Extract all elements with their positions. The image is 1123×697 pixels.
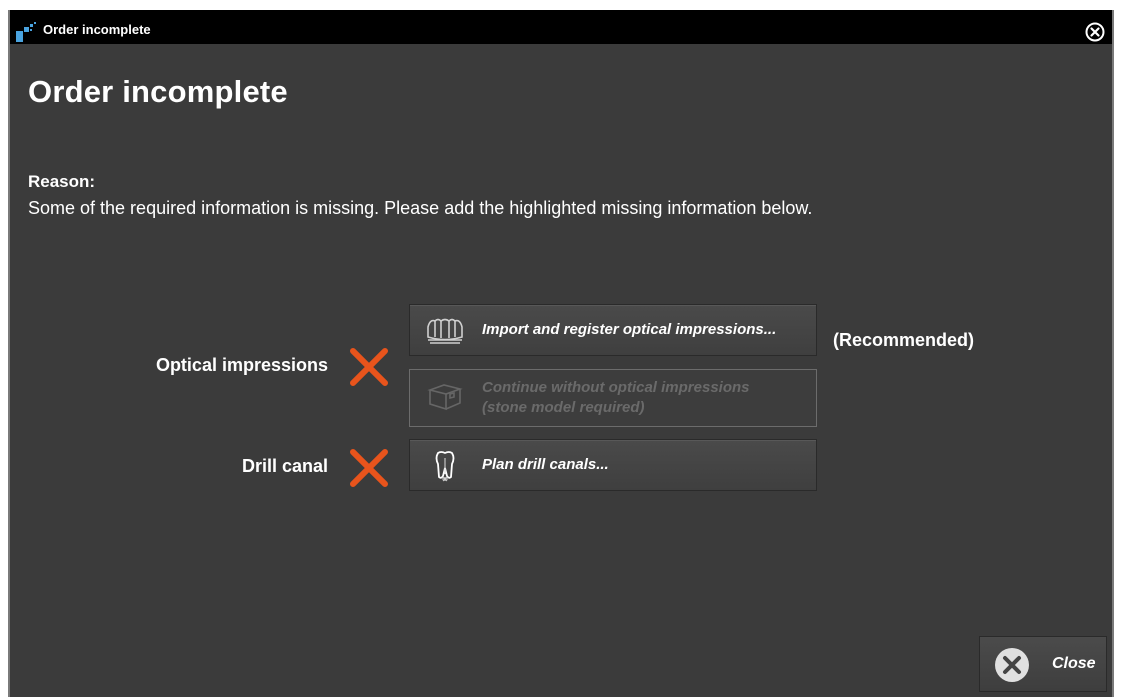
plan-drill-canals-label: Plan drill canals... (482, 456, 609, 473)
tooth-drill-icon (435, 451, 455, 482)
continue-without-optical-impressions-button[interactable]: Continue without optical impressions (st… (409, 369, 817, 427)
import-optical-impressions-button[interactable]: Import and register optical impressions.… (409, 304, 817, 356)
close-circle-icon (995, 648, 1029, 682)
title-bar: Order incomplete (10, 10, 1112, 44)
continue-without-label-line2: (stone model required) (482, 399, 645, 416)
plan-drill-canals-button[interactable]: Plan drill canals... (409, 439, 817, 491)
x-mark-icon (350, 348, 388, 386)
page-title: Order incomplete (28, 74, 288, 109)
close-circle-icon[interactable] (1084, 21, 1106, 43)
reason-label: Reason: (28, 172, 96, 191)
continue-without-label-line1: Continue without optical impressions (482, 379, 750, 396)
continue-without-label: Continue without optical impressions (st… (482, 370, 750, 426)
import-optical-impressions-label: Import and register optical impressions.… (482, 321, 777, 338)
requirement-label-drill-canal: Drill canal (241, 456, 328, 476)
stone-model-box-icon (427, 384, 463, 411)
reason-text: Some of the required information is miss… (28, 198, 813, 218)
app-logo-icon (16, 22, 36, 42)
x-mark-icon (350, 449, 388, 487)
requirement-label-optical-impressions: Optical impressions (155, 355, 328, 375)
close-button-label: Close (1052, 655, 1096, 672)
dental-arch-icon (427, 318, 463, 344)
close-button[interactable]: Close (979, 636, 1107, 692)
window-title: Order incomplete (43, 22, 151, 37)
recommended-note: (Recommended) (833, 330, 975, 350)
dialog-window: Order incomplete Order incomplete Reason… (8, 10, 1114, 697)
